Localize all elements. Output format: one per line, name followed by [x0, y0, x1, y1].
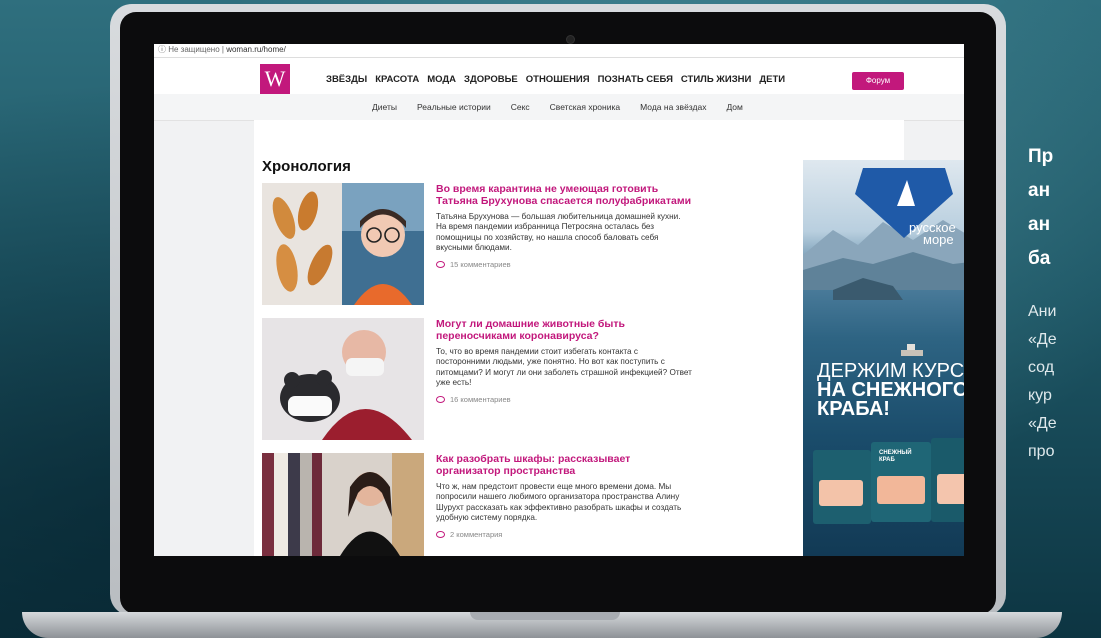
- comments-count[interactable]: 16 комментариев: [450, 395, 511, 404]
- article-title[interactable]: Во время карантина не умеющая готовить Т…: [436, 183, 692, 207]
- address-bar[interactable]: ⓘ Не защищено | woman.ru/home/: [154, 44, 964, 58]
- subnav-item-home[interactable]: Дом: [726, 102, 742, 112]
- comment-icon: [436, 260, 445, 268]
- article-title[interactable]: Могут ли домашние животные быть переносч…: [436, 318, 692, 342]
- main-content: Хронология Во время карантина не умеющая…: [254, 120, 964, 556]
- comments-link[interactable]: 16 комментариев: [436, 395, 692, 404]
- promo-paragraph-line: «Де: [1028, 331, 1057, 348]
- webcam-icon: [567, 36, 574, 43]
- ad-slogan: ДЕРЖИМ КУРС НА СНЕЖНОГО КРАБА!: [817, 361, 964, 420]
- laptop-screen: ⓘ Не защищено | woman.ru/home/ W ЗВЁЗДЫ …: [154, 44, 964, 556]
- ad-slogan-line3: КРАБА!: [817, 398, 890, 420]
- sub-nav: Диеты Реальные истории Секс Светская хро…: [154, 94, 964, 121]
- url-text[interactable]: woman.ru/home/: [226, 45, 286, 54]
- promo-heading-line: ан: [1028, 214, 1051, 235]
- forum-button[interactable]: Форум: [852, 72, 904, 90]
- article-thumbnail[interactable]: [262, 318, 424, 440]
- promo-paragraph-line: сод: [1028, 359, 1055, 376]
- comment-icon: [436, 395, 445, 403]
- nav-item-beauty[interactable]: КРАСОТА: [375, 74, 419, 85]
- subnav-item-star-fashion[interactable]: Мода на звёздах: [640, 102, 706, 112]
- subnav-item-stories[interactable]: Реальные истории: [417, 102, 491, 112]
- comments-count[interactable]: 2 комментария: [450, 530, 502, 539]
- article-thumbnail[interactable]: [262, 183, 424, 305]
- article-thumbnail[interactable]: [262, 453, 424, 556]
- article-lead: Что ж, нам предстоит провести еще много …: [436, 482, 682, 523]
- promo-paragraph: Ани «Де сод кур «Де про: [1028, 298, 1101, 466]
- promo-caption: Пр ан ан ба Ани «Де сод кур «Де про: [1028, 140, 1101, 466]
- comment-icon: [436, 530, 445, 538]
- nav-item-health[interactable]: ЗДОРОВЬЕ: [464, 74, 518, 85]
- ad-package-label: СНЕЖНЫЙ КРАБ: [879, 450, 912, 463]
- site-logo[interactable]: W: [260, 64, 290, 94]
- main-nav: ЗВЁЗДЫ КРАСОТА МОДА ЗДОРОВЬЕ ОТНОШЕНИЯ П…: [326, 74, 785, 85]
- nav-item-lifestyle[interactable]: СТИЛЬ ЖИЗНИ: [681, 74, 751, 85]
- promo-heading-line: Пр: [1028, 146, 1054, 167]
- promo-paragraph-line: «Де: [1028, 415, 1057, 432]
- article-card[interactable]: Могут ли домашние животные быть переносч…: [262, 318, 692, 440]
- subnav-item-diets[interactable]: Диеты: [372, 102, 397, 112]
- security-label: Не защищено: [168, 45, 220, 54]
- subnav-item-chronicle[interactable]: Светская хроника: [550, 102, 620, 112]
- promo-paragraph-line: Ани: [1028, 303, 1057, 320]
- promo-heading-line: ан: [1028, 180, 1051, 201]
- nav-item-relationships[interactable]: ОТНОШЕНИЯ: [526, 74, 590, 85]
- comments-link[interactable]: 15 комментариев: [436, 260, 692, 269]
- nav-item-kids[interactable]: ДЕТИ: [759, 74, 785, 85]
- promo-heading: Пр ан ан ба: [1028, 140, 1101, 276]
- nav-item-self[interactable]: ПОЗНАТЬ СЕБЯ: [598, 74, 673, 85]
- ad-banner[interactable]: русское море ДЕРЖИМ КУРС НА СНЕЖНОГО КРА…: [803, 160, 964, 556]
- comments-link[interactable]: 2 комментария: [436, 530, 692, 539]
- article-lead: Татьяна Брухунова — большая любительница…: [436, 212, 681, 253]
- promo-paragraph-line: про: [1028, 443, 1055, 460]
- article-title[interactable]: Как разобрать шкафы: рассказывает органи…: [436, 453, 692, 477]
- info-icon: ⓘ: [158, 45, 166, 54]
- article-lead: То, что во время пандемии стоит избегать…: [436, 347, 692, 388]
- nav-item-stars[interactable]: ЗВЁЗДЫ: [326, 74, 367, 85]
- article-card[interactable]: Как разобрать шкафы: рассказывает органи…: [262, 453, 692, 556]
- subnav-item-sex[interactable]: Секс: [511, 102, 530, 112]
- ad-brand-line2: море: [923, 232, 954, 247]
- promo-paragraph-line: кур: [1028, 387, 1052, 404]
- promo-heading-line: ба: [1028, 248, 1051, 269]
- comments-count[interactable]: 15 комментариев: [450, 260, 511, 269]
- laptop-notch: [470, 612, 620, 620]
- ad-brand: русское море: [909, 221, 956, 247]
- nav-item-fashion[interactable]: МОДА: [427, 74, 456, 85]
- section-title: Хронология: [262, 158, 351, 175]
- article-card[interactable]: Во время карантина не умеющая готовить Т…: [262, 183, 692, 305]
